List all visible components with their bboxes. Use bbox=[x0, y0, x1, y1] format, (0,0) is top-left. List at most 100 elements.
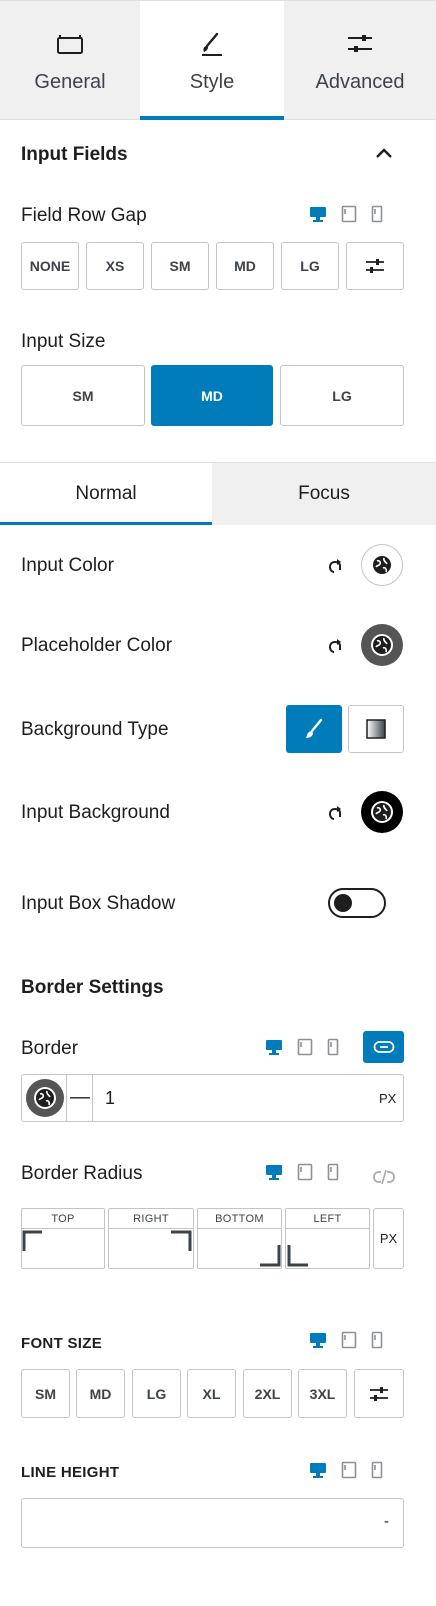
desktop-icon[interactable] bbox=[265, 1163, 283, 1181]
sliders-icon bbox=[370, 1386, 388, 1401]
unlink-icon[interactable] bbox=[372, 1168, 396, 1186]
font-size-lg-button[interactable]: LG bbox=[132, 1369, 181, 1418]
radius-bottom-label: BOTTOM bbox=[198, 1209, 281, 1229]
tablet-icon[interactable] bbox=[341, 1331, 357, 1349]
responsive-switcher bbox=[309, 1461, 383, 1479]
desktop-icon[interactable] bbox=[309, 1331, 327, 1349]
reset-icon[interactable] bbox=[325, 636, 345, 656]
section-title: Input Fields bbox=[21, 144, 128, 165]
panel-tabs: General Style Advanced bbox=[0, 0, 436, 120]
input-size-sm-button[interactable]: SM bbox=[21, 365, 145, 426]
border-width-value[interactable]: 1 bbox=[105, 1088, 115, 1109]
globe-icon bbox=[34, 1087, 56, 1109]
line-height-label: LINE HEIGHT bbox=[21, 1464, 120, 1481]
line-height-input[interactable]: - bbox=[21, 1498, 404, 1548]
tab-advanced[interactable]: Advanced bbox=[284, 1, 436, 119]
corner-top-left-icon bbox=[22, 1230, 42, 1251]
brush-icon bbox=[306, 718, 323, 738]
box-shadow-toggle[interactable] bbox=[328, 888, 386, 918]
row-gap-custom-button[interactable] bbox=[346, 242, 404, 290]
border-color-swatch[interactable] bbox=[26, 1079, 64, 1117]
border-input[interactable]: — 1 PX bbox=[21, 1074, 404, 1122]
row-gap-sm-button[interactable]: SM bbox=[151, 242, 209, 290]
corner-bottom-left-icon bbox=[287, 1245, 308, 1267]
divider bbox=[92, 1075, 93, 1121]
reset-icon[interactable] bbox=[325, 556, 345, 576]
responsive-switcher bbox=[309, 1331, 383, 1349]
input-color-label: Input Color bbox=[21, 555, 114, 576]
row-gap-md-button[interactable]: MD bbox=[216, 242, 274, 290]
background-type-label: Background Type bbox=[21, 719, 169, 740]
radius-left-input[interactable]: LEFT bbox=[285, 1208, 370, 1269]
border-style-select[interactable]: — bbox=[70, 1086, 90, 1109]
corner-top-right-icon bbox=[171, 1230, 192, 1251]
radius-bottom-input[interactable]: BOTTOM bbox=[197, 1208, 282, 1269]
desktop-icon[interactable] bbox=[265, 1038, 283, 1056]
radius-top-input[interactable]: TOP bbox=[21, 1208, 105, 1269]
globe-icon bbox=[371, 634, 393, 656]
font-size-xl-button[interactable]: XL bbox=[187, 1369, 236, 1418]
link-values-button[interactable] bbox=[363, 1031, 404, 1063]
font-size-sm-button[interactable]: SM bbox=[21, 1369, 70, 1418]
row-gap-lg-button[interactable]: LG bbox=[281, 242, 339, 290]
tablet-icon[interactable] bbox=[341, 1461, 357, 1479]
tab-normal[interactable]: Normal bbox=[0, 463, 212, 525]
divider bbox=[66, 1075, 67, 1121]
mobile-icon[interactable] bbox=[371, 1331, 383, 1349]
font-size-md-button[interactable]: MD bbox=[76, 1369, 125, 1418]
chevron-up-icon[interactable] bbox=[374, 146, 394, 160]
bg-type-gradient-button[interactable] bbox=[348, 705, 404, 753]
font-size-2xl-button[interactable]: 2XL bbox=[243, 1369, 292, 1418]
radius-right-label: RIGHT bbox=[109, 1209, 193, 1229]
tab-advanced-label: Advanced bbox=[315, 71, 405, 93]
gradient-icon bbox=[366, 719, 386, 739]
corner-bottom-right-icon bbox=[260, 1245, 281, 1267]
row-gap-none-button[interactable]: NONE bbox=[21, 242, 79, 290]
desktop-icon[interactable] bbox=[309, 205, 327, 223]
sliders-icon bbox=[366, 259, 384, 273]
mobile-icon[interactable] bbox=[327, 1163, 339, 1181]
row-gap-xs-button[interactable]: XS bbox=[86, 242, 144, 290]
font-size-custom-button[interactable] bbox=[354, 1369, 404, 1418]
input-background-swatch[interactable] bbox=[361, 791, 403, 833]
tab-style-label: Style bbox=[189, 71, 235, 93]
input-color-swatch[interactable] bbox=[361, 544, 403, 586]
line-height-value: - bbox=[384, 1513, 389, 1530]
tab-style[interactable]: Style bbox=[140, 1, 284, 120]
border-radius-label: Border Radius bbox=[21, 1163, 143, 1184]
tablet-icon[interactable] bbox=[297, 1038, 313, 1056]
toggle-knob bbox=[334, 894, 352, 912]
border-unit[interactable]: PX bbox=[379, 1091, 396, 1106]
mobile-icon[interactable] bbox=[371, 1461, 383, 1479]
radius-right-input[interactable]: RIGHT bbox=[108, 1208, 194, 1269]
sliders-icon bbox=[348, 35, 372, 52]
responsive-switcher bbox=[265, 1163, 339, 1181]
tab-general-label: General bbox=[34, 71, 106, 93]
input-background-label: Input Background bbox=[21, 802, 170, 823]
tab-general[interactable]: General bbox=[0, 1, 140, 119]
reset-icon[interactable] bbox=[325, 803, 345, 823]
globe-icon bbox=[371, 801, 393, 823]
border-label: Border bbox=[21, 1038, 79, 1059]
placeholder-color-label: Placeholder Color bbox=[21, 635, 173, 656]
font-size-label: FONT SIZE bbox=[21, 1335, 103, 1352]
briefcase-icon bbox=[57, 35, 83, 54]
radius-top-label: TOP bbox=[22, 1209, 104, 1229]
mobile-icon[interactable] bbox=[327, 1038, 339, 1056]
placeholder-color-swatch[interactable] bbox=[361, 624, 403, 666]
tablet-icon[interactable] bbox=[297, 1163, 313, 1181]
tab-focus[interactable]: Focus bbox=[212, 463, 436, 525]
desktop-icon[interactable] bbox=[309, 1461, 327, 1479]
font-size-3xl-button[interactable]: 3XL bbox=[298, 1369, 347, 1418]
border-settings-title: Border Settings bbox=[21, 977, 164, 998]
radius-unit-button[interactable]: PX bbox=[373, 1208, 404, 1269]
radius-left-label: LEFT bbox=[286, 1209, 369, 1229]
input-size-md-button[interactable]: MD bbox=[151, 365, 273, 426]
globe-icon bbox=[373, 556, 391, 574]
state-tabs: Normal Focus bbox=[0, 463, 436, 525]
input-size-lg-button[interactable]: LG bbox=[280, 365, 404, 426]
responsive-switcher bbox=[309, 205, 383, 223]
bg-type-classic-button[interactable] bbox=[286, 705, 342, 753]
mobile-icon[interactable] bbox=[371, 205, 383, 223]
tablet-icon[interactable] bbox=[341, 205, 357, 223]
